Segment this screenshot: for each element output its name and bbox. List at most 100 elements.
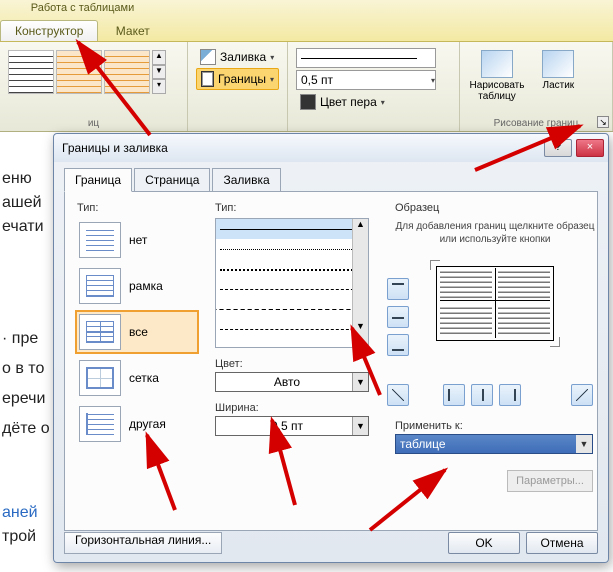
edge-diag1-button[interactable]	[387, 384, 409, 406]
chevron-down-icon: ▼	[352, 417, 368, 435]
type-all-icon	[79, 314, 121, 350]
borders-button[interactable]: Границы ▾	[196, 68, 279, 90]
ribbon-group-draw: Нарисовать таблицу Ластик Рисование гран…	[460, 42, 613, 131]
tab-border[interactable]: Граница	[64, 168, 132, 192]
line-style-option[interactable]	[216, 279, 368, 299]
type-all[interactable]: все	[77, 312, 197, 352]
borders-shading-dialog: Границы и заливка ? × Граница Страница З…	[53, 133, 609, 563]
doc-text: ечати	[2, 218, 44, 236]
table-style-gallery[interactable]: ▲▼▾	[8, 46, 179, 94]
tab-panel-border: Тип: нет рамка все сетка другая	[64, 191, 598, 531]
borders-label: Границы	[218, 72, 266, 86]
style-column: Тип: ▲▼ Цвет: Авто ▼ Ширина: 0,5 пт ▼	[215, 202, 375, 436]
tab-page[interactable]: Страница	[134, 168, 210, 192]
dialog-title: Границы и заливка	[62, 141, 544, 155]
tab-constructor[interactable]: Конструктор	[0, 20, 98, 41]
doc-text: дёте о	[2, 420, 50, 438]
group-label-styles: иц	[0, 118, 187, 129]
line-style-option[interactable]	[216, 299, 368, 319]
preview-box[interactable]	[420, 256, 570, 351]
draw-table-button[interactable]: Нарисовать таблицу	[468, 46, 526, 102]
tab-layout[interactable]: Макет	[102, 21, 164, 41]
label-apply: Применить к:	[395, 420, 595, 432]
apply-to-combo[interactable]: таблице ▼	[395, 434, 593, 454]
eraser-icon	[542, 50, 574, 78]
line-style-list[interactable]: ▲▼	[215, 218, 369, 348]
type-box[interactable]: рамка	[77, 266, 197, 306]
doc-text: ашей	[2, 194, 42, 212]
chevron-down-icon: ▾	[381, 98, 385, 107]
ribbon-context-label: Работа с таблицами	[0, 0, 165, 14]
type-other-label: другая	[129, 417, 166, 431]
color-combo[interactable]: Авто ▼	[215, 372, 369, 392]
doc-text: еню	[2, 170, 32, 188]
edge-vmid-button[interactable]	[471, 384, 493, 406]
draw-table-icon	[481, 50, 513, 78]
type-none[interactable]: нет	[77, 220, 197, 260]
line-style-option[interactable]	[216, 219, 368, 239]
type-other-icon	[79, 406, 121, 442]
dialog-titlebar[interactable]: Границы и заливка ? ×	[54, 134, 608, 162]
edge-diag2-button[interactable]	[571, 384, 593, 406]
chevron-down-icon: ▼	[576, 435, 592, 453]
scrollbar[interactable]: ▲▼	[352, 219, 368, 347]
ribbon: ▲▼▾ иц Заливка ▾ Границы ▾ 0,5 пт ▾ Цвет…	[0, 42, 613, 132]
line-weight-value: 0,5 пт	[301, 73, 333, 87]
eraser-button[interactable]: Ластик	[529, 46, 587, 91]
type-grid[interactable]: сетка	[77, 358, 197, 398]
horizontal-line-button[interactable]: Горизонтальная линия...	[64, 532, 222, 554]
doc-text: о в то	[2, 360, 44, 378]
label-width: Ширина:	[215, 402, 375, 414]
chevron-down-icon: ▾	[270, 53, 274, 62]
cancel-button[interactable]: Отмена	[526, 532, 598, 554]
tab-fill[interactable]: Заливка	[212, 168, 280, 192]
label-preview: Образец	[395, 202, 595, 214]
chevron-down-icon: ▼	[352, 373, 368, 391]
line-weight-combo[interactable]: 0,5 пт ▾	[296, 70, 436, 90]
ribbon-group-styles: ▲▼▾ иц	[0, 42, 188, 131]
label-type: Тип:	[77, 202, 197, 214]
type-grid-icon	[79, 360, 121, 396]
dialog-tabs: Граница Страница Заливка	[54, 162, 608, 192]
type-all-label: все	[129, 325, 148, 339]
edge-hmid-button[interactable]	[387, 306, 409, 328]
type-other[interactable]: другая	[77, 404, 197, 444]
line-style-combo[interactable]	[296, 48, 436, 68]
style-swatch[interactable]	[56, 50, 102, 94]
preview-mid-horizontal	[440, 300, 550, 301]
shading-button[interactable]: Заливка ▾	[196, 47, 279, 67]
style-swatch[interactable]	[8, 50, 54, 94]
color-value: Авто	[222, 375, 352, 389]
line-style-option[interactable]	[216, 259, 368, 279]
pen-color-button[interactable]: Цвет пера ▾	[296, 92, 451, 112]
dialog-launcher[interactable]: ↘	[597, 116, 609, 128]
gallery-spinner[interactable]: ▲▼▾	[152, 50, 166, 94]
parameters-button: Параметры...	[507, 470, 593, 492]
type-none-label: нет	[129, 233, 147, 247]
ribbon-group-shading-borders: Заливка ▾ Границы ▾	[188, 42, 288, 131]
chevron-down-icon: ▾	[270, 75, 274, 84]
doc-text: трой	[2, 528, 36, 546]
ok-button[interactable]: OK	[448, 532, 520, 554]
line-style-option[interactable]	[216, 239, 368, 259]
ribbon-group-pen: 0,5 пт ▾ Цвет пера ▾	[288, 42, 460, 131]
label-style: Тип:	[215, 202, 375, 214]
width-combo[interactable]: 0,5 пт ▼	[215, 416, 369, 436]
edge-buttons-horizontal	[443, 384, 521, 406]
type-box-icon	[79, 268, 121, 304]
border-type-column: Тип: нет рамка все сетка другая	[77, 202, 197, 450]
close-button[interactable]: ×	[576, 139, 604, 157]
edge-bottom-button[interactable]	[387, 334, 409, 356]
line-style-option[interactable]	[216, 319, 368, 339]
doc-text: аней	[2, 504, 38, 522]
apply-to-row: Применить к: таблице ▼	[395, 420, 595, 454]
pen-icon	[300, 94, 316, 110]
eraser-label: Ластик	[529, 80, 587, 91]
help-button[interactable]: ?	[544, 139, 572, 157]
type-box-label: рамка	[129, 279, 163, 293]
type-none-icon	[79, 222, 121, 258]
edge-left-button[interactable]	[443, 384, 465, 406]
edge-right-button[interactable]	[499, 384, 521, 406]
style-swatch[interactable]	[104, 50, 150, 94]
edge-top-button[interactable]	[387, 278, 409, 300]
